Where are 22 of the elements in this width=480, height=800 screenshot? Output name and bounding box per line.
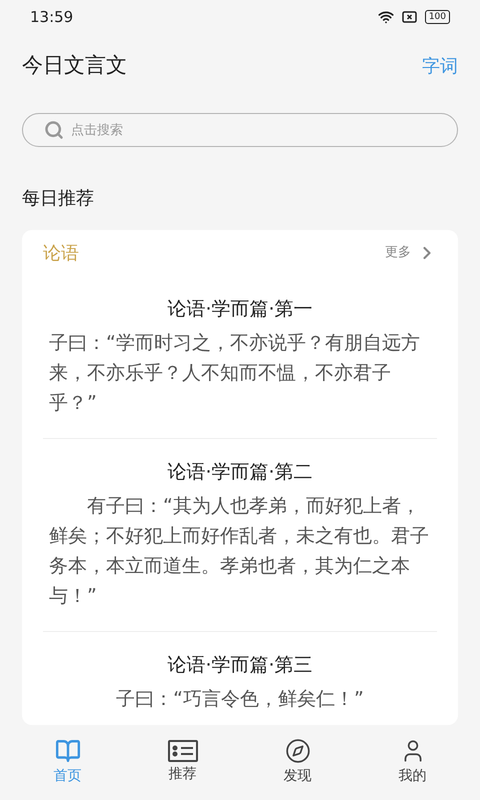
passage-title[interactable]: 论语·学而篇·第三: [43, 648, 437, 682]
nav-tab[interactable]: 发现: [262, 738, 332, 787]
more-link[interactable]: 更多: [385, 243, 437, 263]
passage-text: 有子曰：“其为人也孝弟，而好犯上者，鲜矣；不好犯上而好作乱者，未之有也。君子务本，本立而道生。孝弟也者，其为仁之本与！”: [48, 494, 430, 609]
status-time: 13:59: [30, 6, 74, 28]
sim-icon: [402, 11, 417, 23]
battery-indicator: 100: [424, 10, 450, 24]
search-field[interactable]: 点击搜索: [22, 113, 458, 147]
book-icon: [54, 738, 80, 764]
wifi-icon: [378, 9, 394, 25]
passage-title[interactable]: 论语·学而篇·第一: [43, 292, 437, 326]
passage-title[interactable]: 论语·学而篇·第二: [43, 455, 437, 489]
compass-icon: [284, 738, 310, 764]
section-title: 每日推荐: [22, 187, 95, 211]
passage-text: 子曰：“巧言令色，鲜矣仁！”: [115, 687, 365, 712]
search-icon: [44, 120, 64, 140]
list-card-icon: [168, 740, 198, 762]
app-title: 今日文言文: [22, 52, 127, 80]
passage-text: 子曰：“学而时习之，不亦说乎？有朋自远方来，不亦乐乎？人不知而不愠，不亦君子乎？”: [48, 331, 421, 416]
card-title: 论语: [43, 242, 79, 266]
nav-tab[interactable]: 推荐: [148, 740, 218, 785]
nav-tab[interactable]: 我的: [378, 738, 448, 787]
